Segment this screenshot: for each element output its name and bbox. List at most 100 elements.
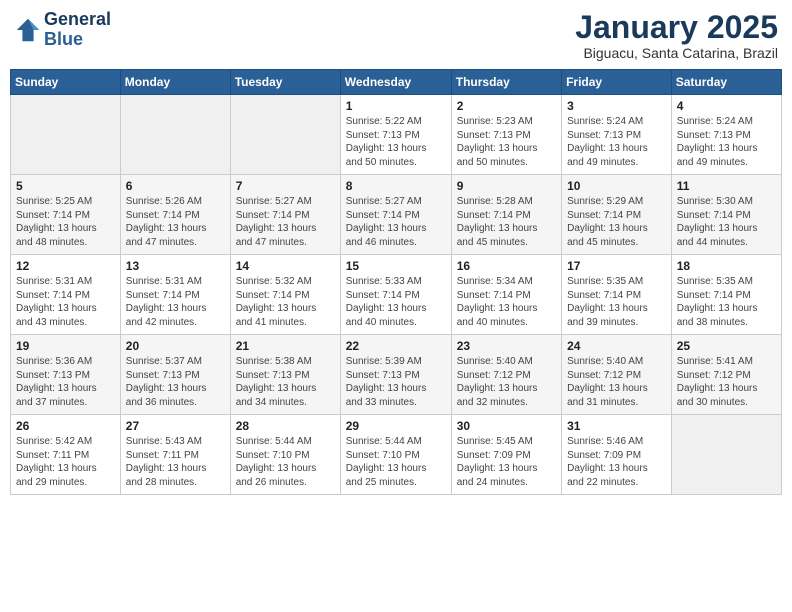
day-number: 25 [677,339,776,353]
day-info: Sunrise: 5:44 AM Sunset: 7:10 PM Dayligh… [236,435,335,489]
day-number: 9 [457,179,556,193]
day-info: Sunrise: 5:34 AM Sunset: 7:14 PM Dayligh… [457,275,556,329]
day-info: Sunrise: 5:28 AM Sunset: 7:14 PM Dayligh… [457,195,556,249]
weekday-header-thursday: Thursday [451,70,561,95]
month-title: January 2025 [575,10,778,45]
day-number: 23 [457,339,556,353]
calendar-cell [11,95,121,175]
calendar-cell: 26 Sunrise: 5:42 AM Sunset: 7:11 PM Dayli… [11,415,121,495]
weekday-header-monday: Monday [120,70,230,95]
day-number: 20 [126,339,225,353]
day-number: 14 [236,259,335,273]
day-info: Sunrise: 5:40 AM Sunset: 7:12 PM Dayligh… [567,355,666,409]
weekday-header-saturday: Saturday [671,70,781,95]
day-info: Sunrise: 5:39 AM Sunset: 7:13 PM Dayligh… [346,355,446,409]
day-number: 16 [457,259,556,273]
day-number: 31 [567,419,666,433]
day-info: Sunrise: 5:36 AM Sunset: 7:13 PM Dayligh… [16,355,115,409]
title-block: January 2025 Biguacu, Santa Catarina, Br… [575,10,778,61]
day-info: Sunrise: 5:43 AM Sunset: 7:11 PM Dayligh… [126,435,225,489]
day-info: Sunrise: 5:31 AM Sunset: 7:14 PM Dayligh… [16,275,115,329]
calendar-cell: 20Sunrise: 5:37 AM Sunset: 7:13 PM Dayli… [120,335,230,415]
calendar-cell: 25 Sunrise: 5:41 AM Sunset: 7:12 PM Dayli… [671,335,781,415]
calendar-cell [671,415,781,495]
calendar-cell: 9 Sunrise: 5:28 AM Sunset: 7:14 PM Daylig… [451,175,561,255]
calendar-cell: 22 Sunrise: 5:39 AM Sunset: 7:13 PM Dayli… [340,335,451,415]
page-header: General Blue January 2025 Biguacu, Santa… [10,10,782,61]
calendar-cell: 29Sunrise: 5:44 AM Sunset: 7:10 PM Dayli… [340,415,451,495]
calendar-cell: 18 Sunrise: 5:35 AM Sunset: 7:14 PM Dayli… [671,255,781,335]
calendar-cell: 12 Sunrise: 5:31 AM Sunset: 7:14 PM Dayli… [11,255,121,335]
calendar-cell [120,95,230,175]
weekday-header-sunday: Sunday [11,70,121,95]
calendar-cell: 19 Sunrise: 5:36 AM Sunset: 7:13 PM Dayli… [11,335,121,415]
day-number: 5 [16,179,115,193]
calendar-cell: 3 Sunrise: 5:24 AM Sunset: 7:13 PM Daylig… [562,95,672,175]
day-info: Sunrise: 5:31 AM Sunset: 7:14 PM Dayligh… [126,275,225,329]
day-number: 2 [457,99,556,113]
day-number: 19 [16,339,115,353]
calendar-cell: 17Sunrise: 5:35 AM Sunset: 7:14 PM Dayli… [562,255,672,335]
day-number: 10 [567,179,666,193]
weekday-header-friday: Friday [562,70,672,95]
day-number: 28 [236,419,335,433]
calendar-cell: 4 Sunrise: 5:24 AM Sunset: 7:13 PM Daylig… [671,95,781,175]
day-info: Sunrise: 5:23 AM Sunset: 7:13 PM Dayligh… [457,115,556,169]
day-number: 30 [457,419,556,433]
logo-icon [14,16,42,44]
day-number: 22 [346,339,446,353]
calendar-cell: 5Sunrise: 5:25 AM Sunset: 7:14 PM Daylig… [11,175,121,255]
logo-text: General Blue [44,10,111,50]
day-number: 4 [677,99,776,113]
calendar-cell: 15Sunrise: 5:33 AM Sunset: 7:14 PM Dayli… [340,255,451,335]
weekday-header-row: SundayMondayTuesdayWednesdayThursdayFrid… [11,70,782,95]
calendar-cell: 16 Sunrise: 5:34 AM Sunset: 7:14 PM Dayli… [451,255,561,335]
calendar-week-row: 5Sunrise: 5:25 AM Sunset: 7:14 PM Daylig… [11,175,782,255]
day-number: 11 [677,179,776,193]
day-number: 1 [346,99,446,113]
day-info: Sunrise: 5:32 AM Sunset: 7:14 PM Dayligh… [236,275,335,329]
calendar-week-row: 1Sunrise: 5:22 AM Sunset: 7:13 PM Daylig… [11,95,782,175]
calendar-week-row: 12 Sunrise: 5:31 AM Sunset: 7:14 PM Dayli… [11,255,782,335]
day-info: Sunrise: 5:24 AM Sunset: 7:13 PM Dayligh… [677,115,776,169]
day-info: Sunrise: 5:41 AM Sunset: 7:12 PM Dayligh… [677,355,776,409]
day-info: Sunrise: 5:26 AM Sunset: 7:14 PM Dayligh… [126,195,225,249]
day-number: 12 [16,259,115,273]
calendar-cell: 1Sunrise: 5:22 AM Sunset: 7:13 PM Daylig… [340,95,451,175]
day-number: 27 [126,419,225,433]
day-info: Sunrise: 5:35 AM Sunset: 7:14 PM Dayligh… [677,275,776,329]
day-info: Sunrise: 5:24 AM Sunset: 7:13 PM Dayligh… [567,115,666,169]
day-number: 15 [346,259,446,273]
day-number: 3 [567,99,666,113]
calendar-cell: 6Sunrise: 5:26 AM Sunset: 7:14 PM Daylig… [120,175,230,255]
calendar-cell: 31 Sunrise: 5:46 AM Sunset: 7:09 PM Dayli… [562,415,672,495]
calendar-cell: 13Sunrise: 5:31 AM Sunset: 7:14 PM Dayli… [120,255,230,335]
weekday-header-tuesday: Tuesday [230,70,340,95]
calendar-cell [230,95,340,175]
day-number: 21 [236,339,335,353]
calendar-cell: 27 Sunrise: 5:43 AM Sunset: 7:11 PM Dayli… [120,415,230,495]
calendar-cell: 21 Sunrise: 5:38 AM Sunset: 7:13 PM Dayli… [230,335,340,415]
day-number: 26 [16,419,115,433]
calendar-cell: 8 Sunrise: 5:27 AM Sunset: 7:14 PM Daylig… [340,175,451,255]
day-info: Sunrise: 5:42 AM Sunset: 7:11 PM Dayligh… [16,435,115,489]
calendar-week-row: 26 Sunrise: 5:42 AM Sunset: 7:11 PM Dayli… [11,415,782,495]
calendar-cell: 30Sunrise: 5:45 AM Sunset: 7:09 PM Dayli… [451,415,561,495]
day-number: 17 [567,259,666,273]
calendar-cell: 14 Sunrise: 5:32 AM Sunset: 7:14 PM Dayli… [230,255,340,335]
calendar-table: SundayMondayTuesdayWednesdayThursdayFrid… [10,69,782,495]
day-number: 8 [346,179,446,193]
day-number: 7 [236,179,335,193]
day-info: Sunrise: 5:27 AM Sunset: 7:14 PM Dayligh… [346,195,446,249]
logo: General Blue [14,10,111,50]
day-number: 29 [346,419,446,433]
day-info: Sunrise: 5:27 AM Sunset: 7:14 PM Dayligh… [236,195,335,249]
weekday-header-wednesday: Wednesday [340,70,451,95]
day-number: 18 [677,259,776,273]
day-info: Sunrise: 5:29 AM Sunset: 7:14 PM Dayligh… [567,195,666,249]
day-info: Sunrise: 5:38 AM Sunset: 7:13 PM Dayligh… [236,355,335,409]
calendar-cell: 24Sunrise: 5:40 AM Sunset: 7:12 PM Dayli… [562,335,672,415]
calendar-cell: 10 Sunrise: 5:29 AM Sunset: 7:14 PM Dayli… [562,175,672,255]
day-info: Sunrise: 5:46 AM Sunset: 7:09 PM Dayligh… [567,435,666,489]
calendar-cell: 28 Sunrise: 5:44 AM Sunset: 7:10 PM Dayli… [230,415,340,495]
